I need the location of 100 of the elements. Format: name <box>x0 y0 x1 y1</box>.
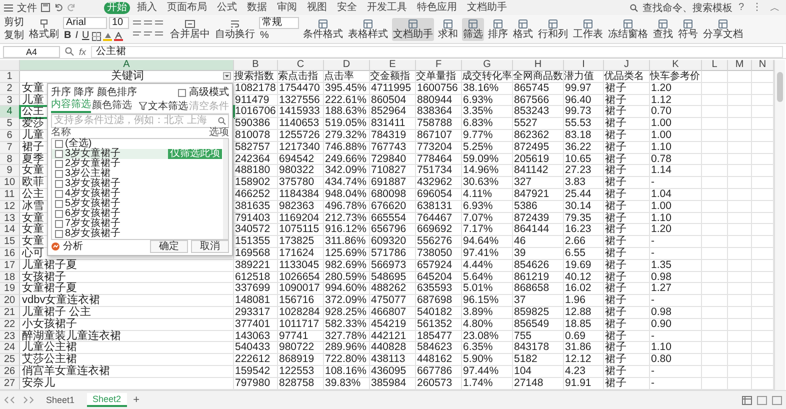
search-icon[interactable] <box>218 117 226 125</box>
filter-tab[interactable]: 内容筛选 <box>51 99 91 113</box>
menu-tab[interactable]: 公式 <box>214 2 240 14</box>
dropdown-icon[interactable] <box>223 72 231 80</box>
format-painter-button[interactable]: 格式刷 <box>28 18 60 40</box>
row-number[interactable]: 14 <box>0 224 20 236</box>
view-mode-icons-drawing[interactable] <box>742 396 782 404</box>
column-header[interactable]: E <box>370 60 416 71</box>
row-number[interactable]: 18 <box>0 272 20 284</box>
wrap-text-button[interactable]: 自动换行 <box>214 18 256 40</box>
toolbar-button[interactable]: 冻结窗格 <box>607 18 649 40</box>
row-number[interactable]: 11 <box>0 188 20 201</box>
text-style-button[interactable]: I <box>74 31 80 41</box>
font-size-field[interactable]: 10 <box>109 17 129 29</box>
sheet-nav-icons-drawing[interactable] <box>4 396 34 404</box>
row-number[interactable]: 3 <box>0 94 20 106</box>
clipboard-button[interactable]: 剪切 <box>3 17 25 28</box>
checkbox[interactable] <box>55 220 63 228</box>
row-number[interactable]: 26 <box>0 366 20 378</box>
row-number[interactable]: 16 <box>0 248 20 260</box>
dialog-button[interactable]: 确定 <box>150 240 188 253</box>
list-item[interactable]: 3岁女孩裙子 <box>52 179 222 189</box>
checkbox[interactable] <box>55 150 63 158</box>
toolbar-button[interactable]: 格式 <box>512 18 534 40</box>
row-number[interactable]: 17 <box>0 260 20 272</box>
row-number[interactable]: 7 <box>0 142 20 154</box>
column-header[interactable]: C <box>278 60 324 71</box>
checkbox[interactable] <box>55 170 63 178</box>
menu-tab[interactable]: 安全 <box>334 2 360 14</box>
formula-field[interactable]: 公主裙 <box>91 46 783 58</box>
merge-button[interactable]: 合并居中 <box>169 18 211 40</box>
window-control[interactable]: ⋮ <box>750 2 764 13</box>
column-header[interactable]: N <box>752 60 774 71</box>
row-number[interactable]: 13 <box>0 212 20 224</box>
redo-icon[interactable] <box>67 3 76 12</box>
column-header[interactable]: F <box>416 60 462 71</box>
menu-tab[interactable]: 审阅 <box>274 2 300 14</box>
list-item[interactable]: (全选) <box>52 139 222 149</box>
row-number[interactable]: 27 <box>0 378 20 390</box>
text-style-button[interactable]: B <box>63 31 72 41</box>
row-number[interactable]: 1 <box>0 71 20 83</box>
menu-tab[interactable]: 数据 <box>244 2 270 14</box>
menu-tab[interactable]: 开始 <box>104 2 130 14</box>
menu-tab[interactable]: 插入 <box>134 2 160 14</box>
toolbar-button[interactable]: 筛选 <box>462 18 484 40</box>
font-name-field[interactable]: Arial <box>63 17 107 29</box>
row-number[interactable]: 9 <box>0 165 20 178</box>
row-number[interactable]: 4 <box>0 106 20 118</box>
analysis-icon[interactable] <box>51 242 60 251</box>
command-search-link[interactable]: 查找命令、搜索模板 <box>642 0 732 14</box>
save-icon[interactable] <box>41 3 50 12</box>
options-link[interactable]: 选项 <box>209 128 229 138</box>
row-number[interactable]: 5 <box>0 118 20 130</box>
dialog-button[interactable]: 取消 <box>191 240 229 253</box>
toolbar-button[interactable]: 符号 <box>677 18 699 40</box>
row-number[interactable]: 12 <box>0 200 20 213</box>
toolbar-button[interactable]: 条件格式 <box>302 18 344 40</box>
clipboard-button[interactable]: 复制 <box>3 30 25 41</box>
row-number[interactable]: 2 <box>0 82 20 95</box>
percent-button[interactable]: % <box>259 31 270 41</box>
row-number[interactable]: 22 <box>0 318 20 331</box>
toolbar-button[interactable]: 排序 <box>487 18 509 40</box>
column-header[interactable]: I <box>564 60 604 71</box>
name-box[interactable]: A4 <box>3 46 60 58</box>
toolbar-button[interactable]: 文档助手 <box>392 18 434 40</box>
border-icon[interactable] <box>92 32 102 40</box>
row-number[interactable]: 6 <box>0 130 20 142</box>
zoom-icon[interactable] <box>65 47 74 56</box>
menu-tab[interactable]: 视图 <box>304 2 330 14</box>
menu-tab[interactable]: 开发工具 <box>364 2 410 14</box>
list-item[interactable]: 3岁公主裙 <box>52 169 222 179</box>
toolbar-button[interactable]: 表格样式 <box>347 18 389 40</box>
window-control[interactable]: ? <box>736 2 746 13</box>
row-number[interactable]: 8 <box>0 154 20 166</box>
checkbox[interactable] <box>55 210 63 218</box>
toolbar-button[interactable]: 分享文档 <box>702 18 744 40</box>
row-number[interactable]: 24 <box>0 342 20 354</box>
checkbox[interactable] <box>55 180 63 188</box>
toolbar-button[interactable]: 求和 <box>437 18 459 40</box>
window-control[interactable]: ︿ <box>768 0 782 14</box>
column-header[interactable]: K <box>650 60 702 71</box>
checkbox[interactable] <box>55 160 63 168</box>
toolbar-button[interactable]: 工作表 <box>572 18 604 40</box>
row-number[interactable]: 25 <box>0 354 20 366</box>
row-number[interactable]: 19 <box>0 283 20 296</box>
function-label[interactable]: fx <box>79 46 86 56</box>
file-menu[interactable]: 文件 <box>17 0 37 14</box>
add-sheet-button[interactable]: + <box>133 394 140 406</box>
number-format-field[interactable]: 常规 <box>259 17 299 29</box>
column-header[interactable]: L <box>702 60 728 71</box>
checkbox[interactable] <box>178 88 186 96</box>
list-item[interactable]: 4岁女孩裙子 <box>52 189 222 199</box>
menu-tab[interactable]: 特色应用 <box>414 2 460 14</box>
advanced-mode-label[interactable]: 高级模式 <box>189 88 229 98</box>
column-header[interactable]: B <box>234 60 278 71</box>
column-header[interactable]: H <box>513 60 564 71</box>
menu-tab[interactable]: 页面布局 <box>164 2 210 14</box>
checkbox[interactable] <box>55 230 63 238</box>
sheet-tab[interactable]: Sheet2 <box>86 393 128 407</box>
row-number[interactable]: 10 <box>0 177 20 189</box>
